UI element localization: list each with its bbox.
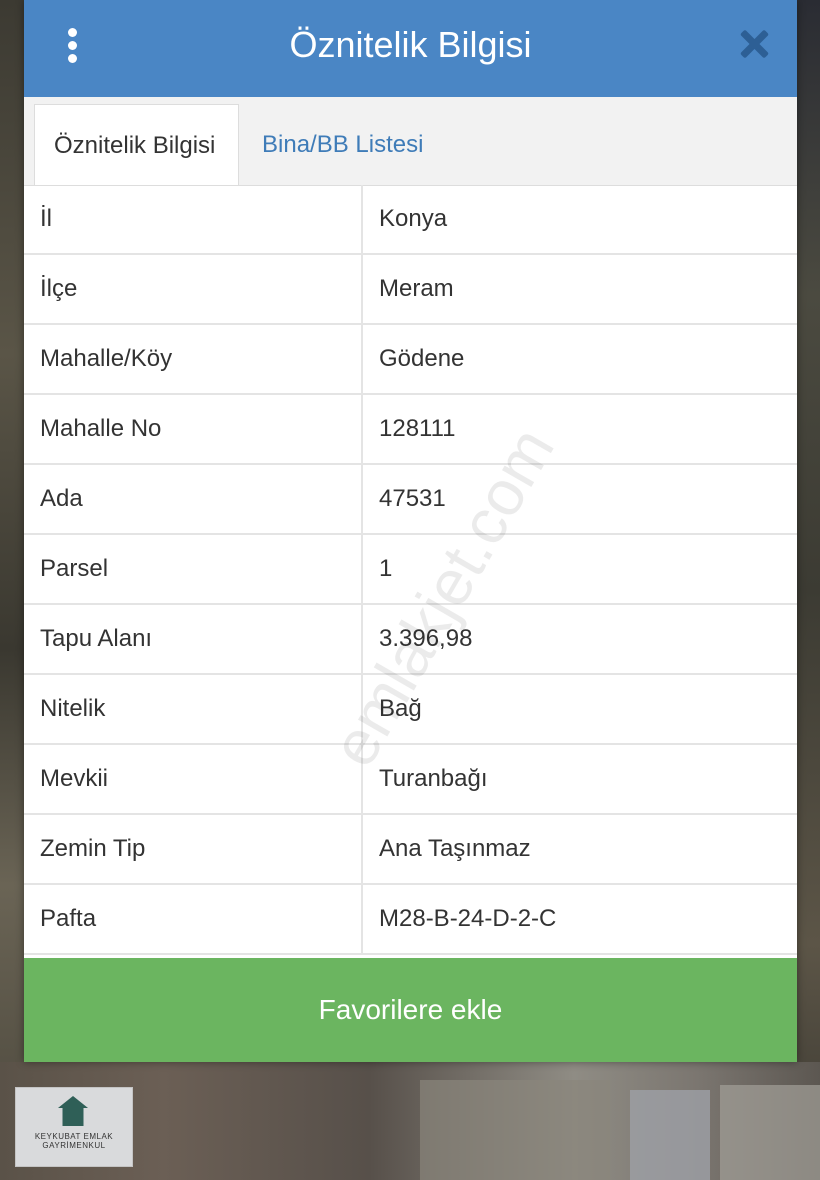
row-key: Parsel [24, 535, 363, 603]
row-key: Mahalle/Köy [24, 325, 363, 393]
table-row: İlçe Meram [24, 255, 797, 325]
add-to-favorites-button[interactable]: Favorilere ekle [24, 958, 797, 1062]
house-icon [58, 1096, 88, 1126]
row-key: Mahalle No [24, 395, 363, 463]
table-row: Pafta M28-B-24-D-2-C [24, 885, 797, 955]
row-key: Tapu Alanı [24, 605, 363, 673]
table-row: Parsel 1 [24, 535, 797, 605]
map-right-edge [796, 0, 820, 1180]
logo-text: KEYKUBAT EMLAK GAYRİMENKUL [34, 1132, 114, 1150]
agency-logo: KEYKUBAT EMLAK GAYRİMENKUL [15, 1087, 133, 1167]
row-value: 1 [379, 555, 393, 582]
row-value: Ana Taşınmaz [379, 835, 531, 862]
tab-bar: Öznitelik Bilgisi Bina/BB Listesi [24, 97, 797, 186]
row-value: Konya [379, 205, 448, 232]
row-value: 128111 [379, 415, 456, 442]
row-value: 3.396,98 [379, 625, 473, 652]
table-row: Mahalle No 128111 [24, 395, 797, 465]
table-row: İl Konya [24, 185, 797, 255]
row-value: 47531 [379, 485, 446, 512]
attribute-info-dialog: Öznitelik Bilgisi Öznitelik Bilgisi Bina… [24, 0, 797, 1062]
row-value: Meram [379, 275, 454, 302]
row-value: Bağ [379, 695, 422, 722]
map-building [720, 1085, 820, 1180]
row-key: İlçe [24, 255, 363, 323]
row-value: M28-B-24-D-2-C [379, 905, 557, 932]
map-building [630, 1090, 710, 1180]
map-building [420, 1080, 610, 1180]
tab-building-list[interactable]: Bina/BB Listesi [243, 104, 442, 185]
row-value: Gödene [379, 345, 465, 372]
table-row: Nitelik Bağ [24, 675, 797, 745]
map-left-edge [0, 0, 24, 1180]
row-key: Nitelik [24, 675, 363, 743]
table-row: Zemin Tip Ana Taşınmaz [24, 815, 797, 885]
table-row: Ada 47531 [24, 465, 797, 535]
dialog-title: Öznitelik Bilgisi [289, 24, 532, 65]
table-row: Mevkii Turanbağı [24, 745, 797, 815]
table-row: Tapu Alanı 3.396,98 [24, 605, 797, 675]
close-icon[interactable] [739, 29, 769, 59]
dialog-header: Öznitelik Bilgisi [24, 0, 797, 97]
attribute-table: İl Konya İlçe Meram Mahalle/Köy Gödene M… [24, 185, 797, 955]
row-key: Zemin Tip [24, 815, 363, 883]
row-key: Mevkii [24, 745, 363, 813]
table-row: Mahalle/Köy Gödene [24, 325, 797, 395]
row-key: İl [24, 185, 363, 253]
tab-attribute-info[interactable]: Öznitelik Bilgisi [34, 104, 239, 185]
row-key: Pafta [24, 885, 363, 953]
row-key: Ada [24, 465, 363, 533]
row-value: Turanbağı [379, 765, 488, 792]
